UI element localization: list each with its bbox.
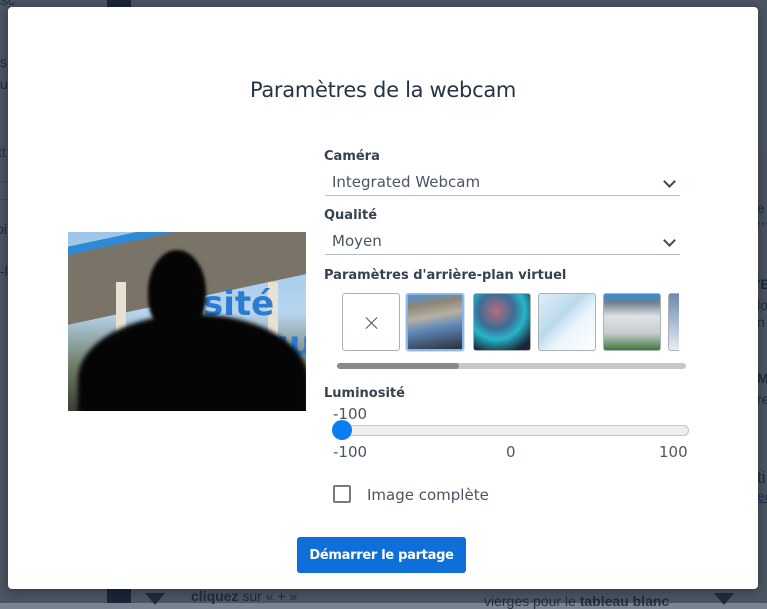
slider-handle[interactable] — [332, 420, 352, 440]
brightness-slider[interactable] — [332, 420, 689, 440]
slider-tick-max: 100 — [659, 443, 688, 461]
webcam-preview: sité iqu — [68, 232, 306, 411]
camera-select-value: Integrated Webcam — [332, 173, 481, 191]
camera-label: Caméra — [324, 149, 380, 164]
virtual-background-label: Paramètres d'arrière-plan virtuel — [324, 268, 567, 283]
background-option-blurred-lights[interactable] — [473, 293, 531, 351]
quality-select[interactable]: Moyen — [325, 228, 680, 255]
background-option-campus-sign[interactable] — [668, 293, 679, 351]
camera-select[interactable]: Integrated Webcam — [325, 169, 680, 196]
brightness-label: Luminosité — [324, 386, 405, 401]
background-list-scrollbar[interactable] — [337, 363, 686, 369]
scrollbar-thumb[interactable] — [337, 363, 459, 369]
slider-track[interactable] — [333, 425, 689, 436]
quality-label: Qualité — [324, 208, 378, 223]
full-image-checkbox[interactable] — [333, 485, 351, 503]
background-option-blue-pattern[interactable] — [538, 293, 596, 351]
quality-select-value: Moyen — [332, 232, 382, 250]
virtual-background-list — [333, 293, 679, 355]
chevron-down-icon — [663, 234, 676, 247]
start-sharing-button[interactable]: Démarrer le partage — [297, 537, 466, 573]
background-option-campus-building[interactable] — [603, 293, 661, 351]
background-option-none[interactable] — [342, 293, 400, 351]
slider-tick-mid: 0 — [506, 443, 516, 461]
chevron-down-icon — [663, 175, 676, 188]
dialog-title: Paramètres de la webcam — [249, 78, 517, 102]
full-image-label[interactable]: Image complète — [367, 486, 489, 504]
background-option-campus-entrance[interactable] — [406, 293, 464, 351]
slider-tick-min: -100 — [333, 443, 368, 461]
